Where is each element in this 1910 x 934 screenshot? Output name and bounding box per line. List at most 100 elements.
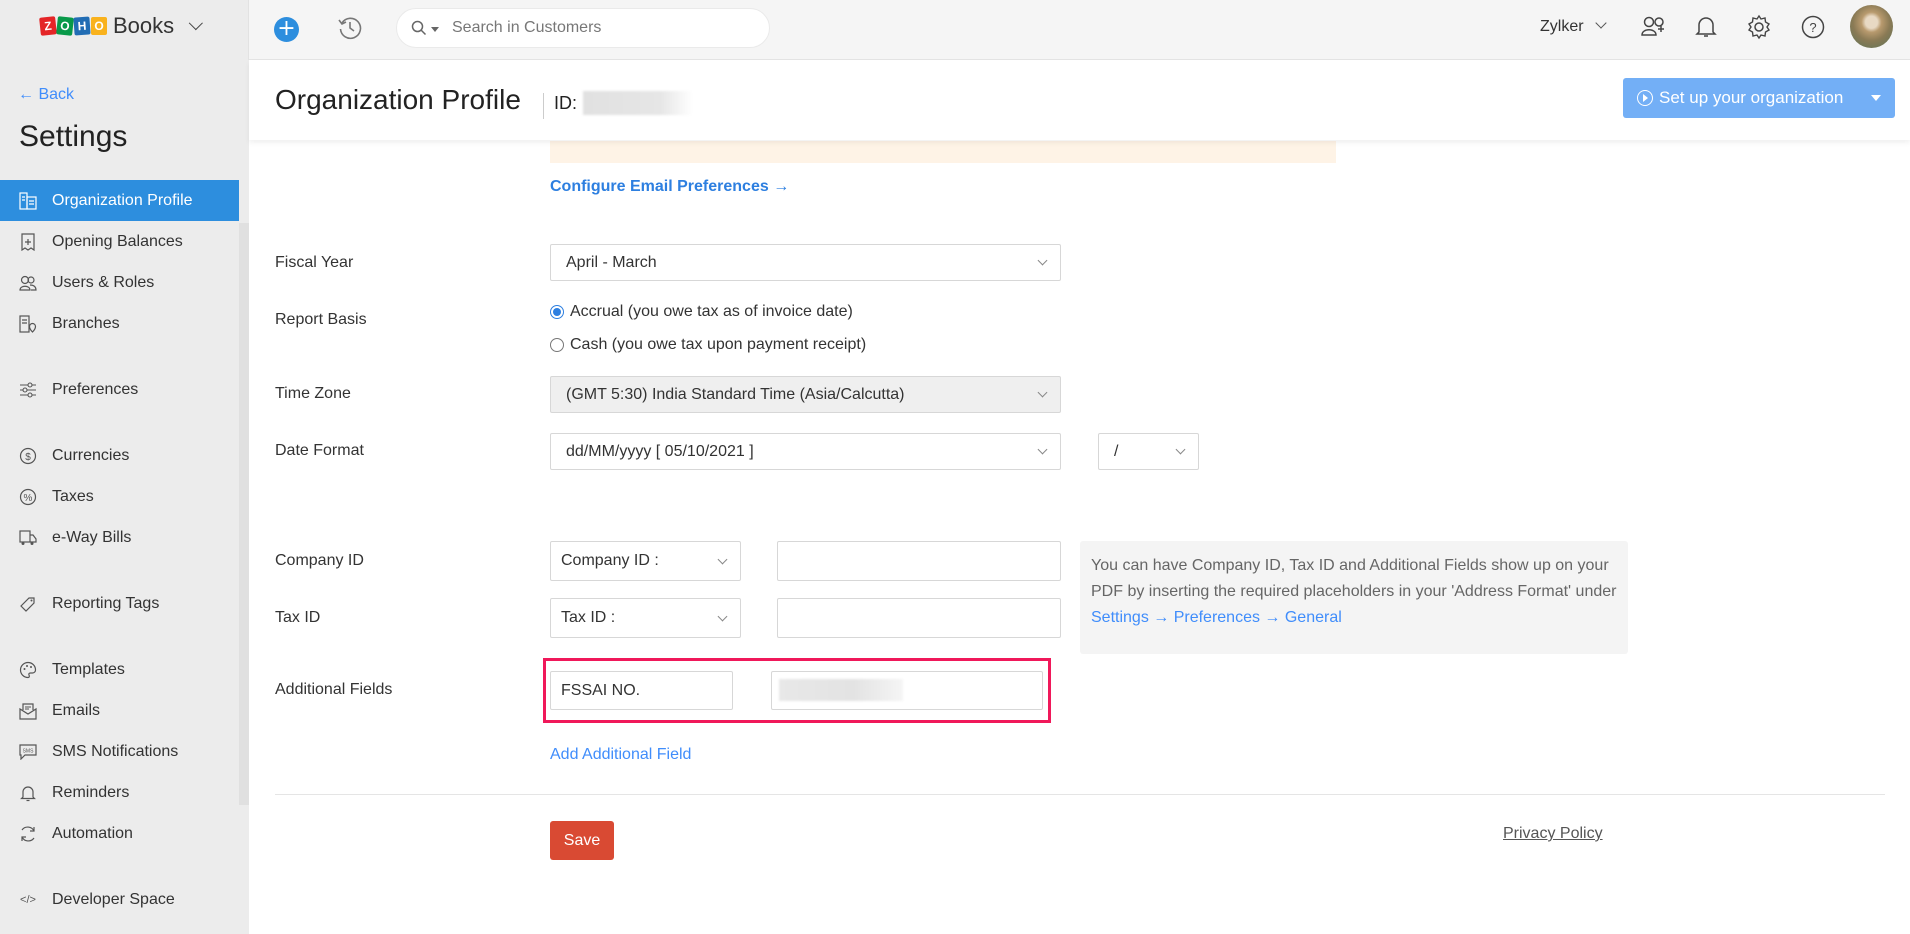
tax-id-label: Tax ID xyxy=(275,609,321,626)
add-icon[interactable]: + xyxy=(274,17,299,42)
date-separator-value: / xyxy=(1114,442,1119,460)
report-basis-cash-radio[interactable]: Cash (you owe tax upon payment receipt) xyxy=(550,336,866,354)
sidebar-item-automation[interactable]: Automation xyxy=(0,813,239,854)
sidebar-item-label: Developer Space xyxy=(52,890,175,908)
app-switcher[interactable]: Z O H O Books xyxy=(39,13,204,39)
report-basis-label: Report Basis xyxy=(275,311,367,328)
arrow-left-icon: ← xyxy=(18,86,34,103)
company-id-type-select[interactable]: Company ID : xyxy=(550,541,741,581)
search-input[interactable] xyxy=(452,17,752,39)
info-text: You can have Company ID, Tax ID and Addi… xyxy=(1091,557,1617,600)
sidebar-item-currencies[interactable]: $ Currencies xyxy=(0,435,239,476)
sidebar-item-templates[interactable]: Templates xyxy=(0,649,239,690)
sidebar-item-label: Automation xyxy=(52,824,133,842)
logo-tile: H xyxy=(73,16,91,36)
brand-area: Z O H O Books xyxy=(0,0,249,60)
caret-down-icon[interactable] xyxy=(1871,95,1881,101)
add-additional-field-link[interactable]: Add Additional Field xyxy=(550,746,691,764)
currency-icon: $ xyxy=(18,446,38,466)
svg-text:$: $ xyxy=(25,452,31,463)
logo-tile: Z xyxy=(39,16,57,36)
privacy-policy-link[interactable]: Privacy Policy xyxy=(1503,825,1603,843)
fiscal-year-select[interactable]: April - March xyxy=(550,244,1061,281)
chevron-down-icon xyxy=(1037,255,1048,266)
sidebar-scrollbar[interactable] xyxy=(239,223,249,805)
sidebar-item-label: Templates xyxy=(52,660,125,678)
company-id-type-value: Company ID : xyxy=(561,552,659,569)
tax-id-type-select[interactable]: Tax ID : xyxy=(550,598,741,638)
help-icon[interactable]: ? xyxy=(1800,14,1826,40)
tax-id-type-value: Tax ID : xyxy=(561,609,616,626)
date-separator-select[interactable]: / xyxy=(1098,433,1199,470)
sidebar-item-reporting-tags[interactable]: Reporting Tags xyxy=(0,583,239,624)
org-switcher[interactable]: Zylker xyxy=(1540,18,1584,36)
bell-icon xyxy=(18,783,38,803)
tag-icon xyxy=(18,594,38,614)
chevron-down-icon xyxy=(717,611,728,622)
sidebar-item-developer-space[interactable]: </> Developer Space xyxy=(0,879,239,920)
bell-icon[interactable] xyxy=(1694,14,1718,40)
sidebar-item-emails[interactable]: Emails xyxy=(0,690,239,731)
receipt-icon xyxy=(18,232,38,252)
sidebar-item-opening-balances[interactable]: Opening Balances xyxy=(0,221,239,262)
additional-field-name-input[interactable]: FSSAI NO. xyxy=(550,671,733,710)
sidebar-item-sms-notifications[interactable]: SMS SMS Notifications xyxy=(0,731,239,772)
tax-id-input[interactable] xyxy=(777,598,1061,638)
org-id-value-redacted xyxy=(583,91,693,115)
search-icon[interactable] xyxy=(411,20,427,36)
building-icon xyxy=(18,191,38,211)
setup-organization-label: Set up your organization xyxy=(1659,88,1844,107)
title-divider xyxy=(543,93,544,119)
time-zone-select[interactable]: (GMT 5:30) India Standard Time (Asia/Cal… xyxy=(550,376,1061,413)
mail-icon xyxy=(18,701,38,721)
sidebar-item-label: Opening Balances xyxy=(52,232,183,250)
setup-organization-button[interactable]: Set up your organization xyxy=(1623,78,1895,118)
configure-email-preferences-link[interactable]: Configure Email Preferences → xyxy=(550,178,789,196)
radio-unselected-icon[interactable] xyxy=(550,338,564,352)
radio-selected-icon[interactable] xyxy=(550,305,564,319)
page-title: Organization Profile xyxy=(275,84,521,115)
sidebar-item-users-roles[interactable]: Users & Roles xyxy=(0,262,239,303)
report-basis-accrual-radio[interactable]: Accrual (you owe tax as of invoice date) xyxy=(550,303,853,321)
sidebar-item-organization-profile[interactable]: Organization Profile xyxy=(0,180,239,221)
company-id-input[interactable] xyxy=(777,541,1061,581)
chevron-down-icon xyxy=(1595,17,1607,29)
save-button[interactable]: Save xyxy=(550,821,614,860)
notice-banner xyxy=(550,141,1336,163)
sidebar-item-label: Emails xyxy=(52,701,101,719)
org-id-label: ID: xyxy=(554,93,578,113)
back-label: Back xyxy=(38,86,75,103)
history-icon[interactable] xyxy=(336,14,364,42)
avatar[interactable] xyxy=(1850,5,1893,48)
page-header: Organization Profile ID: Set up your org… xyxy=(249,60,1910,140)
search-scope-dropdown[interactable] xyxy=(431,27,439,32)
sidebar-item-preferences[interactable]: Preferences xyxy=(0,369,239,410)
fiscal-year-label: Fiscal Year xyxy=(275,254,354,271)
svg-text:%: % xyxy=(24,493,33,504)
preferences-general-link[interactable]: Settings → Preferences → General xyxy=(1091,609,1342,626)
sidebar-item-label: Reporting Tags xyxy=(52,594,160,612)
sidebar-item-label: Organization Profile xyxy=(52,191,193,209)
sidebar-item-label: e-Way Bills xyxy=(52,528,132,546)
sidebar-item-e-way-bills[interactable]: e-Way Bills xyxy=(0,517,239,558)
sidebar-item-reminders[interactable]: Reminders xyxy=(0,772,239,813)
referral-icon[interactable] xyxy=(1640,14,1668,40)
brand-name: Books xyxy=(113,13,175,38)
chevron-down-icon xyxy=(1037,444,1048,455)
logo-tile: O xyxy=(91,17,107,35)
date-format-select[interactable]: dd/MM/yyyy [ 05/10/2021 ] xyxy=(550,433,1061,470)
chevron-down-icon xyxy=(717,554,728,565)
palette-icon xyxy=(18,660,38,680)
sms-icon: SMS xyxy=(18,742,38,762)
refresh-icon xyxy=(18,824,38,844)
sidebar: ← Back Settings Organization Profile Ope… xyxy=(0,60,249,934)
sidebar-item-branches[interactable]: Branches xyxy=(0,303,239,344)
top-bar: Z O H O Books + Zylker xyxy=(0,0,1910,60)
sidebar-item-label: Preferences xyxy=(52,380,139,398)
sidebar-item-label: Currencies xyxy=(52,446,130,464)
back-link[interactable]: ← Back xyxy=(18,86,74,104)
sidebar-item-taxes[interactable]: % Taxes xyxy=(0,476,239,517)
users-icon xyxy=(18,273,38,293)
additional-field-name-value: FSSAI NO. xyxy=(561,681,641,699)
gear-icon[interactable] xyxy=(1746,14,1772,40)
